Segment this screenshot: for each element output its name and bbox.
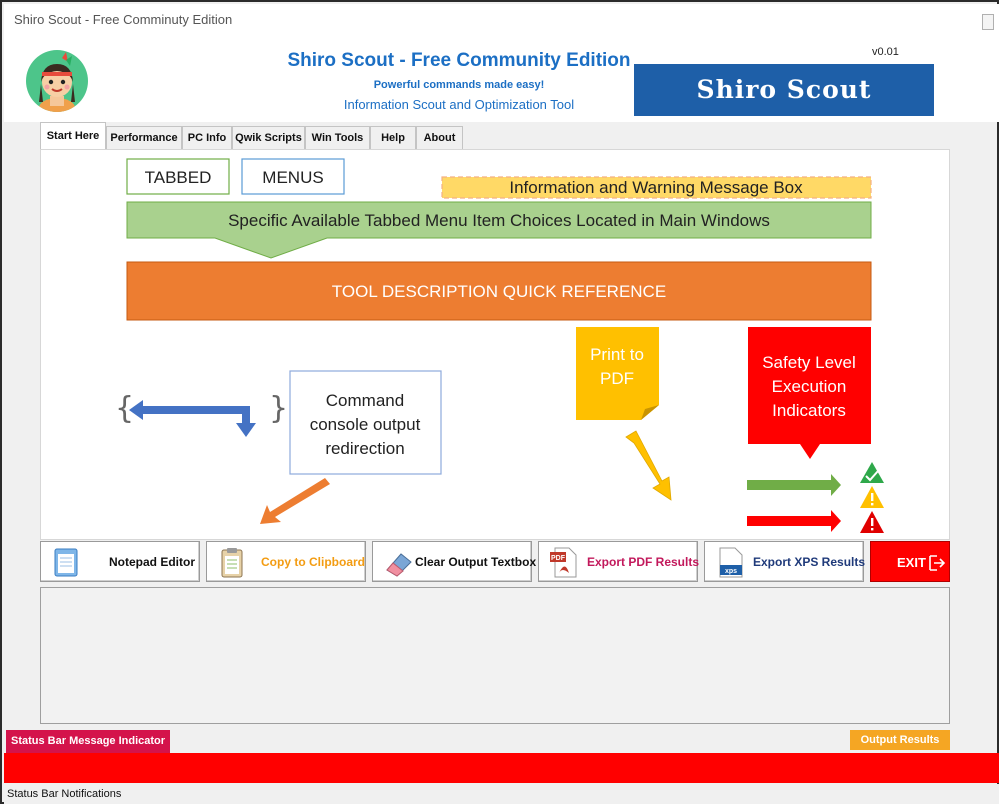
- copy-clipboard-button[interactable]: Copy to Clipboard: [206, 541, 366, 582]
- tab-start-here[interactable]: Start Here: [40, 122, 106, 150]
- app-tagline: Powerful commands made easy!: [373, 79, 545, 91]
- export-pdf-button[interactable]: PDF Export PDF Results: [538, 541, 700, 582]
- console-line-2: console output: [310, 415, 421, 434]
- tab-about[interactable]: About: [416, 126, 463, 149]
- copy-clipboard-label: Copy to Clipboard: [261, 555, 365, 569]
- svg-text:PDF: PDF: [551, 555, 566, 562]
- tab-win-tools[interactable]: Win Tools: [305, 126, 370, 149]
- warning-icon: [860, 486, 884, 508]
- window-title: Shiro Scout - Free Comminuty Edition: [14, 12, 233, 27]
- svg-text:xps: xps: [725, 568, 737, 575]
- status-bar-notifications: Status Bar Notifications: [4, 784, 999, 804]
- safe-arrow: [747, 474, 841, 496]
- clipboard-icon: [221, 548, 243, 578]
- menus-label: MENUS: [262, 168, 323, 187]
- app-subtitle: Information Scout and Optimization Tool: [343, 97, 575, 112]
- clear-output-button[interactable]: Clear Output Textbox: [372, 541, 536, 582]
- app-window: Shiro Scout - Free Comminuty Edition Shi…: [0, 0, 999, 804]
- right-brace: }: [269, 391, 288, 426]
- exit-icon: [929, 555, 946, 571]
- pdf-icon: PDF: [550, 547, 577, 578]
- status-message-indicator: Status Bar Message Indicator: [6, 730, 170, 753]
- check-icon: [860, 462, 884, 483]
- clear-output-label: Clear Output Textbox: [415, 555, 537, 569]
- notepad-editor-label: Notepad Editor: [109, 555, 195, 569]
- menu-items-label: Specific Available Tabbed Menu Item Choi…: [228, 211, 770, 230]
- eraser-icon: [386, 553, 412, 577]
- output-textbox[interactable]: [40, 587, 950, 724]
- tab-performance[interactable]: Performance: [106, 126, 182, 149]
- print-pdf-arrow: [625, 430, 672, 501]
- safety-line-3: Indicators: [772, 401, 846, 420]
- safety-line-1: Safety Level: [762, 353, 856, 372]
- exit-label: EXIT: [897, 555, 926, 570]
- start-here-panel: TABBED MENUS Information and Warning Mes…: [40, 149, 950, 540]
- tab-help[interactable]: Help: [370, 126, 416, 149]
- export-xps-button[interactable]: xps Export XPS Results: [704, 541, 866, 582]
- tool-description-label: TOOL DESCRIPTION QUICK REFERENCE: [332, 282, 666, 301]
- action-toolbar: Notepad Editor Copy to Clipboard Clear O…: [40, 541, 950, 582]
- app-title: Shiro Scout - Free Community Edition: [287, 50, 631, 71]
- tabbed-label: TABBED: [145, 168, 212, 187]
- print-pdf-line-2: PDF: [600, 369, 634, 388]
- notepad-icon: [54, 548, 78, 577]
- danger-arrow: [747, 510, 841, 532]
- message-box-label: Information and Warning Message Box: [509, 178, 803, 197]
- exit-button[interactable]: EXIT: [870, 541, 950, 582]
- tab-qwik-scripts[interactable]: Qwik Scripts: [232, 126, 305, 149]
- title-bar: Shiro Scout - Free Comminuty Edition: [4, 4, 999, 34]
- output-results-button[interactable]: Output Results: [850, 730, 950, 750]
- version-label: v0.01: [872, 46, 899, 58]
- brand-logo: Shiro Scout: [634, 64, 934, 116]
- export-xps-label: Export XPS Results: [753, 555, 866, 569]
- print-pdf-line-1: Print to: [590, 345, 644, 364]
- scroll-up-button[interactable]: [982, 14, 994, 30]
- tab-pc-info[interactable]: PC Info: [182, 126, 232, 149]
- overview-diagram: TABBED MENUS Information and Warning Mes…: [115, 158, 884, 533]
- console-arrow: [260, 478, 330, 524]
- safety-line-2: Execution: [772, 377, 847, 396]
- app-header: Shiro Scout - Free Community Edition Pow…: [4, 34, 999, 122]
- xps-icon: xps: [719, 547, 743, 578]
- notepad-editor-button[interactable]: Notepad Editor: [40, 541, 200, 582]
- danger-icon: [860, 511, 884, 533]
- status-color-bar: [4, 753, 999, 783]
- export-pdf-label: Export PDF Results: [587, 555, 700, 569]
- console-line-3: redirection: [325, 439, 404, 458]
- mascot-avatar: [26, 50, 88, 112]
- console-line-1: Command: [326, 391, 404, 410]
- redirect-arrow: [129, 400, 256, 437]
